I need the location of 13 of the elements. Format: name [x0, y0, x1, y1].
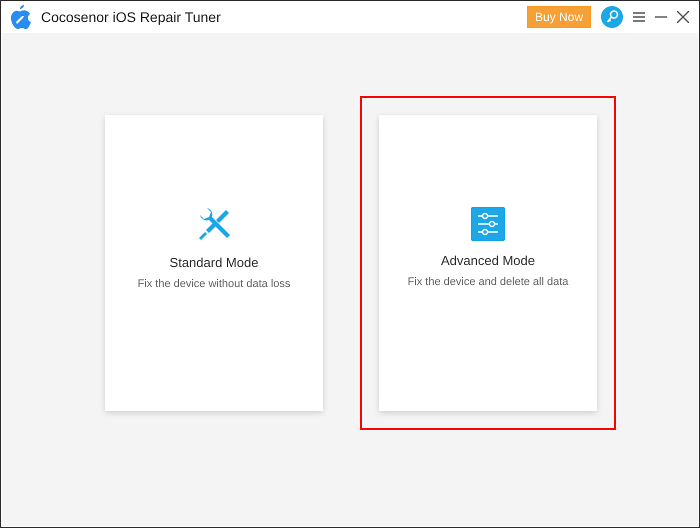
apple-wrench-logo-icon — [9, 4, 33, 30]
mode-title: Advanced Mode — [441, 252, 535, 270]
mode-card[interactable]: Standard Mode Fix the device without data loss — [105, 115, 323, 411]
sliders-icon — [471, 207, 505, 241]
key-icon[interactable] — [601, 6, 623, 28]
mode-description: Fix the device and delete all data — [408, 274, 568, 290]
mode-description: Fix the device without data loss — [138, 276, 290, 292]
menu-icon[interactable] — [633, 12, 645, 22]
mode-title: Standard Mode — [170, 254, 258, 272]
mode-card[interactable]: Advanced Mode Fix the device and delete all data — [379, 115, 597, 411]
window-title: Cocosenor iOS Repair Tuner — [41, 8, 221, 27]
close-icon[interactable] — [677, 11, 689, 23]
minimize-icon[interactable] — [655, 16, 667, 18]
